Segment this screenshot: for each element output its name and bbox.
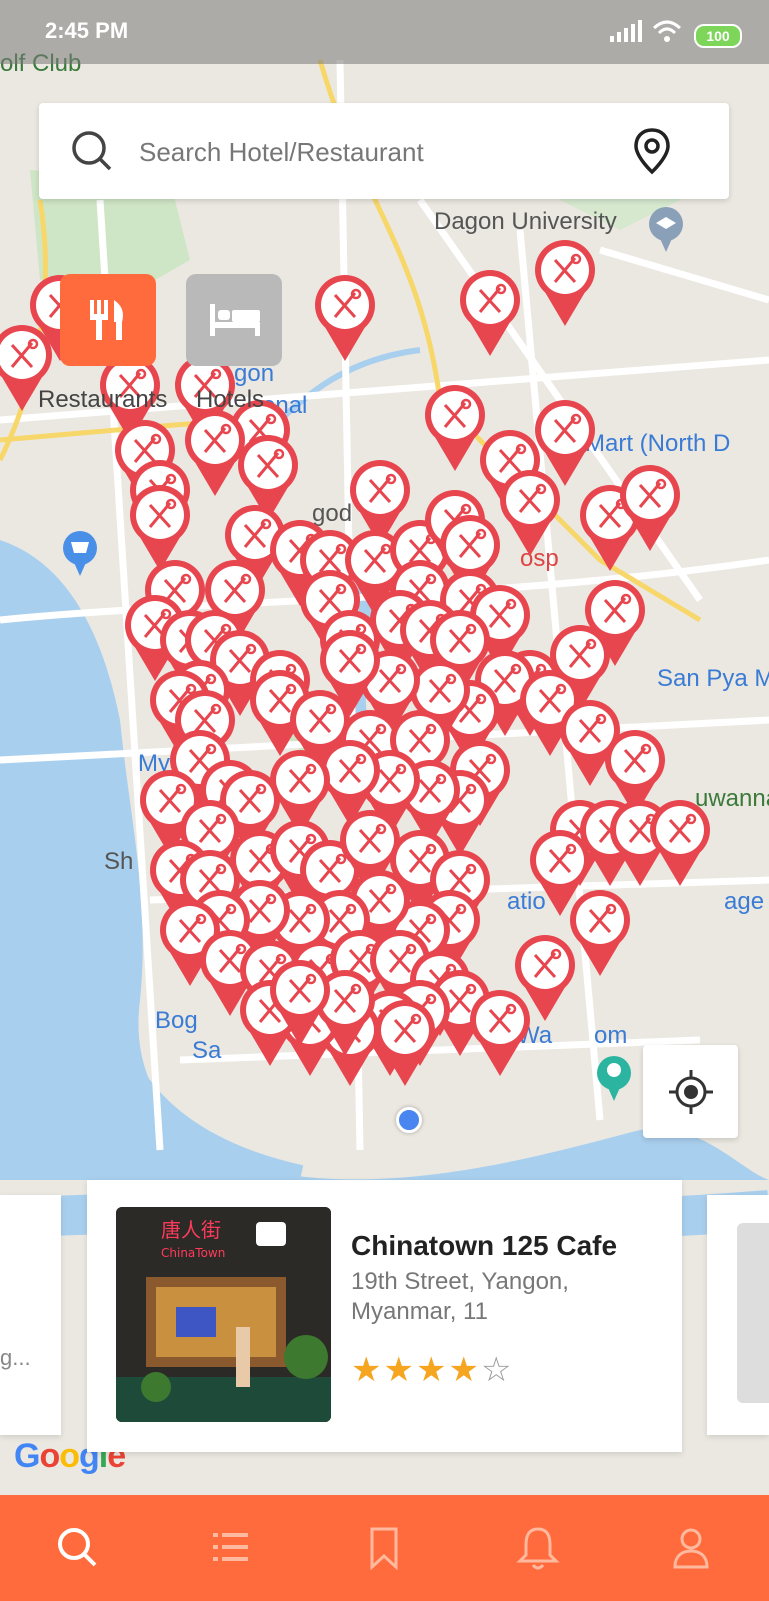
restaurant-pin-icon[interactable] [618, 463, 682, 553]
nav-profile[interactable] [667, 1523, 717, 1573]
place-address-line1: 19th Street, Yangon, [351, 1268, 569, 1295]
place-card-right[interactable] [707, 1195, 769, 1435]
star-filled-icon: ★ [448, 1351, 481, 1389]
cafe-storefront-image: 唐人街 ChinaTown [116, 1207, 331, 1422]
restaurant-pin-icon[interactable] [648, 798, 712, 888]
rating-stars: ★★★★☆ [351, 1350, 513, 1390]
restaurant-pin-icon[interactable] [498, 468, 562, 558]
nav-bookmark[interactable] [360, 1523, 410, 1573]
nav-list[interactable] [207, 1523, 257, 1573]
search-input[interactable] [137, 131, 641, 173]
crosshair-icon [669, 1070, 713, 1114]
restaurant-pin-icon[interactable] [583, 578, 647, 668]
location-pin-icon[interactable] [632, 127, 672, 175]
search-icon [72, 131, 112, 171]
bed-icon [210, 304, 260, 336]
place-card-left[interactable]: g... [0, 1195, 61, 1435]
battery-icon: 100 [694, 24, 742, 48]
restaurant-pin-icon[interactable] [268, 958, 332, 1048]
search-icon [58, 1528, 97, 1567]
restaurant-pin-icon[interactable] [568, 888, 632, 978]
restaurants-label: Restaurants [38, 386, 168, 413]
status-time: 2:45 PM [45, 18, 129, 43]
hotels-label: Hotels [196, 386, 265, 413]
user-location-dot [396, 1107, 422, 1133]
my-location-button[interactable] [643, 1045, 738, 1138]
status-bar: 2:45 PM 100 [0, 0, 769, 64]
svg-text:唐人街: 唐人街 [161, 1218, 221, 1242]
wifi-icon [652, 20, 682, 42]
star-filled-icon: ★ [415, 1351, 449, 1389]
signal-icon [610, 20, 642, 42]
list-icon [213, 1533, 248, 1561]
hotels-button[interactable] [186, 274, 282, 366]
restaurants-button[interactable] [60, 274, 156, 366]
bell-icon [516, 1527, 560, 1570]
restaurant-pin-icon[interactable] [373, 998, 437, 1088]
svg-text:ChinaTown: ChinaTown [161, 1246, 225, 1260]
fork-knife-icon [90, 300, 123, 340]
place-card[interactable]: 唐人街 ChinaTown Chinatown 125 Cafe 19th St… [87, 1180, 682, 1452]
place-card-left-text: g... [0, 1345, 31, 1370]
place-address-line2: Myanmar, 11 [351, 1298, 488, 1325]
restaurant-pin-icon[interactable] [533, 238, 597, 328]
star-empty-icon: ☆ [480, 1351, 514, 1389]
nav-search[interactable] [53, 1523, 103, 1573]
restaurant-pin-icon[interactable] [458, 268, 522, 358]
restaurant-pin-icon[interactable] [468, 988, 532, 1078]
restaurant-pin-icon[interactable] [313, 273, 377, 363]
nav-notifications[interactable] [514, 1523, 564, 1573]
place-card-right-thumb [737, 1223, 769, 1403]
star-filled-icon: ★ [351, 1351, 384, 1389]
bookmark-icon [370, 1527, 398, 1571]
search-bar[interactable] [39, 103, 729, 199]
bottom-navigation [0, 1495, 769, 1601]
profile-icon [673, 1528, 709, 1569]
place-name: Chinatown 125 Cafe [351, 1230, 618, 1261]
star-filled-icon: ★ [383, 1351, 416, 1389]
place-photo: 唐人街 ChinaTown [116, 1207, 331, 1422]
